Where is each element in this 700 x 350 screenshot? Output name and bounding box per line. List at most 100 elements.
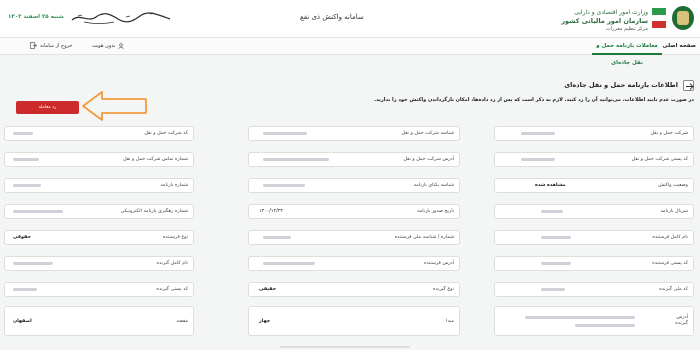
org-name-line3: مرکز تنظیم مقررات bbox=[605, 26, 648, 32]
current-date: شنبه ۲۵ اسفند ۱۴۰۳ bbox=[8, 14, 64, 20]
field-bill-unique-id: شناسه یکتای بارنامه bbox=[248, 178, 460, 193]
field-label: نوع فرستنده bbox=[162, 235, 188, 240]
redacted-value bbox=[13, 132, 33, 135]
user-label: بدون هویت bbox=[92, 43, 116, 49]
field-label: شناسه یکتای بارنامه bbox=[413, 183, 454, 188]
field-receiver-address: آدرس گیرنده bbox=[494, 306, 694, 336]
page: وزارت امور اقتصادی و دارایی سازمان امور … bbox=[0, 0, 700, 350]
field-sender-type: نوع فرستنده حقوقی bbox=[4, 230, 194, 245]
field-sender-postal-code: کد پستی فرستنده bbox=[494, 256, 694, 271]
field-transport-company-id: شناسه شرکت حمل و نقل bbox=[248, 126, 460, 141]
redacted-value bbox=[575, 324, 635, 327]
redacted-value bbox=[13, 210, 63, 213]
field-label: کد پستی گیرنده bbox=[156, 287, 188, 292]
field-transport-company-code: کد شرکت حمل و نقل bbox=[4, 126, 194, 141]
field-sender-national-id: شماره / شناسه ملی فرستنده bbox=[248, 230, 460, 245]
org-name-line2: سازمان امور مالیاتی کشور bbox=[561, 17, 648, 25]
field-label: وضعیت واکنش bbox=[658, 183, 688, 188]
tab-home[interactable]: صفحه اصلی bbox=[663, 38, 697, 55]
field-label: کد ملی گیرنده bbox=[659, 287, 688, 292]
field-value: حقوقی bbox=[13, 235, 31, 240]
redacted-value bbox=[263, 184, 305, 187]
field-receiver-postal-code: کد پستی گیرنده bbox=[4, 282, 194, 297]
organization-logo: وزارت امور اقتصادی و دارایی سازمان امور … bbox=[558, 4, 696, 34]
field-value: ۱۴۰۰/۱۲/۲۳ bbox=[259, 209, 283, 214]
back-button[interactable] bbox=[683, 80, 694, 91]
field-label: نام کامل گیرنده bbox=[156, 261, 188, 266]
user-menu[interactable]: بدون هویت bbox=[92, 38, 124, 55]
field-bill-serial: سریال بارنامه bbox=[494, 204, 694, 219]
system-title: سامانه واکنش ذی نفع bbox=[300, 13, 364, 21]
field-bill-issue-date: تاریخ صدور بارنامه ۱۴۰۰/۱۲/۲۳ bbox=[248, 204, 460, 219]
annotation-arrow-icon bbox=[82, 91, 147, 121]
reject-transaction-button[interactable]: رد معامله bbox=[16, 101, 79, 114]
field-label: شماره / شناسه ملی فرستنده bbox=[394, 235, 454, 240]
field-label: آدرس شرکت حمل و نقل bbox=[403, 157, 454, 162]
field-label: شماره بارنامه bbox=[160, 183, 188, 188]
section-title: اطلاعات بارنامه حمل و نقل جاده‌ای bbox=[564, 81, 678, 89]
arrow-right-icon bbox=[686, 83, 694, 90]
redacted-value bbox=[263, 158, 329, 161]
field-value: حقیقی bbox=[259, 287, 277, 292]
field-label: شرکت حمل و نقل bbox=[650, 131, 688, 136]
redacted-value bbox=[541, 210, 563, 213]
field-transport-company: شرکت حمل و نقل bbox=[494, 126, 694, 141]
redacted-value bbox=[13, 288, 37, 291]
field-label: نوع گیرنده bbox=[433, 287, 454, 292]
header: وزارت امور اقتصادی و دارایی سازمان امور … bbox=[0, 0, 700, 38]
field-reaction-status: وضعیت واکنش مشاهده شده bbox=[494, 178, 694, 193]
flag-icon bbox=[652, 8, 666, 28]
tab-road-transport-transactions[interactable]: معاملات بارنامه حمل و نقل جاده‌ای bbox=[592, 38, 662, 66]
field-label: کد پستی فرستنده bbox=[652, 261, 688, 266]
org-name-line1: وزارت امور اقتصادی و دارایی bbox=[574, 9, 648, 16]
field-label: سریال بارنامه bbox=[660, 209, 688, 214]
redacted-value bbox=[541, 288, 565, 291]
redacted-value bbox=[541, 262, 571, 265]
redacted-value bbox=[13, 184, 41, 187]
nav-bar: صفحه اصلی معاملات بارنامه حمل و نقل جاده… bbox=[0, 38, 700, 66]
field-label: شماره رهگیری بارنامه الکترونیکی bbox=[120, 209, 188, 214]
redacted-value bbox=[263, 236, 291, 239]
field-label: نام کامل فرستنده bbox=[652, 235, 688, 240]
logout-icon bbox=[30, 42, 37, 49]
calligraphy-slogan-image bbox=[70, 10, 172, 24]
redacted-value bbox=[521, 158, 555, 161]
field-transport-company-postal-code: کد پستی شرکت حمل و نقل bbox=[494, 152, 694, 167]
field-receiver-national-code: کد ملی گیرنده bbox=[494, 282, 694, 297]
field-label: آدرس فرستنده bbox=[423, 261, 454, 266]
redacted-value bbox=[263, 132, 307, 135]
field-label: آدرس گیرنده bbox=[675, 315, 688, 326]
field-receiver-full-name: نام کامل گیرنده bbox=[4, 256, 194, 271]
field-label: شناسه شرکت حمل و نقل bbox=[401, 131, 454, 136]
logout-button[interactable]: خروج از سامانه bbox=[30, 38, 72, 55]
field-electronic-tracking-number: شماره رهگیری بارنامه الکترونیکی bbox=[4, 204, 194, 219]
field-label: کد پستی شرکت حمل و نقل bbox=[631, 157, 688, 162]
redacted-value bbox=[541, 236, 571, 239]
field-sender-address: آدرس فرستنده bbox=[248, 256, 460, 271]
field-label: شماره تماس شرکت حمل و نقل bbox=[123, 157, 188, 162]
redacted-value bbox=[521, 132, 555, 135]
field-label: مقصد bbox=[176, 319, 188, 324]
field-origin: مبدا چهار bbox=[248, 306, 460, 336]
field-label: مبدا bbox=[446, 319, 454, 324]
field-value: چهار bbox=[259, 319, 271, 324]
logout-label: خروج از سامانه bbox=[40, 43, 73, 49]
field-sender-full-name: نام کامل فرستنده bbox=[494, 230, 694, 245]
field-value: مشاهده شده bbox=[535, 183, 566, 188]
redacted-value bbox=[13, 262, 53, 265]
field-destination: مقصد اصفهان bbox=[4, 306, 194, 336]
field-value: اصفهان bbox=[13, 319, 32, 324]
field-bill-number: شماره بارنامه bbox=[4, 178, 194, 193]
emblem-icon bbox=[672, 6, 694, 30]
redacted-value bbox=[525, 316, 635, 319]
field-label: تاریخ صدور بارنامه bbox=[417, 209, 454, 214]
field-transport-company-phone: شماره تماس شرکت حمل و نقل bbox=[4, 152, 194, 167]
footer-placeholder bbox=[280, 346, 410, 348]
redacted-value bbox=[263, 262, 315, 265]
field-label: کد شرکت حمل و نقل bbox=[144, 131, 188, 136]
field-receiver-type: نوع گیرنده حقیقی bbox=[248, 282, 460, 297]
user-icon bbox=[118, 42, 124, 49]
reject-notice: در صورت عدم تایید اطلاعات، می‌توانید آن … bbox=[374, 97, 694, 103]
field-transport-company-address: آدرس شرکت حمل و نقل bbox=[248, 152, 460, 167]
redacted-value bbox=[13, 158, 39, 161]
